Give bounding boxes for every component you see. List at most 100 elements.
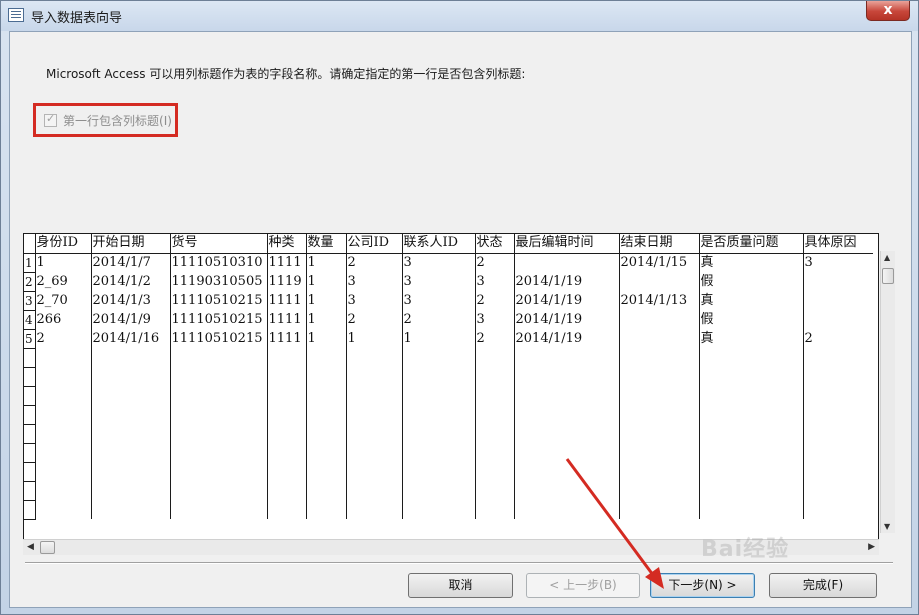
table-cell: 2 [345, 310, 402, 329]
table-cell: 11110510215 [169, 329, 267, 348]
table-cell [513, 424, 619, 443]
table-cell: 1 [34, 253, 91, 272]
table-row: 1 1 2014/1/7 11110510310 1111 1 2 3 2 2014/1/15 真 3 [24, 253, 873, 273]
table-cell [305, 405, 346, 424]
table-cell [513, 500, 619, 519]
table-row: 5 2 2014/1/16 11110510215 1111 1 1 1 2 2014/1/19 真… [24, 329, 873, 349]
table-cell [305, 348, 346, 367]
table-cell: 2014/1/19 [513, 310, 619, 329]
wizard-body: Microsoft Access 可以用列标题作为表的字段名称。请确定指定的第一… [9, 31, 912, 608]
scroll-thumb[interactable] [40, 541, 55, 554]
preview-table: 身份ID 开始日期 货号 种类 数量 公司ID 联系人ID 状态 最后编辑时间 … [24, 234, 873, 520]
table-cell [345, 443, 402, 462]
column-header[interactable]: 最后编辑时间 [513, 234, 619, 254]
scroll-left-icon[interactable]: ◀ [27, 542, 34, 552]
table-cell: 2014/1/3 [90, 291, 170, 310]
table-cell [474, 462, 514, 481]
column-header[interactable]: 是否质量问题 [698, 234, 803, 254]
back-button[interactable]: < 上一步(B) [526, 573, 640, 598]
table-cell: 1 [305, 329, 346, 348]
table-cell [401, 348, 475, 367]
table-cell [266, 367, 306, 386]
empty-row [24, 481, 873, 501]
empty-row [24, 405, 873, 425]
table-cell: 2_69 [34, 272, 91, 291]
table-cell [513, 443, 619, 462]
column-header[interactable]: 公司ID [345, 234, 402, 254]
table-cell [698, 386, 803, 405]
table-cell [266, 462, 306, 481]
column-header[interactable]: 身份ID [34, 234, 91, 254]
table-cell [618, 348, 699, 367]
table-cell [305, 386, 346, 405]
row-number: 1 [24, 253, 36, 273]
table-cell [618, 462, 699, 481]
table-cell [618, 310, 699, 329]
table-cell [345, 405, 402, 424]
table-cell [698, 500, 803, 519]
column-header[interactable]: 结束日期 [618, 234, 699, 254]
table-cell [618, 367, 699, 386]
table-cell: 3 [474, 310, 514, 329]
column-header[interactable]: 开始日期 [90, 234, 170, 254]
table-cell [802, 481, 873, 500]
table-cell [401, 443, 475, 462]
column-header[interactable]: 联系人ID [401, 234, 475, 254]
first-row-headers-checkbox[interactable]: 第一行包含列标题(I) [44, 112, 172, 129]
table-cell: 1 [345, 329, 402, 348]
empty-row [24, 424, 873, 444]
finish-button[interactable]: 完成(F) [769, 573, 877, 598]
table-cell: 2014/1/15 [618, 253, 699, 272]
table-cell: 真 [698, 329, 803, 348]
title-bar[interactable]: 导入数据表向导 x [1, 1, 918, 31]
table-cell: 2 [802, 329, 873, 348]
column-header[interactable]: 种类 [266, 234, 306, 254]
close-button[interactable]: x [866, 1, 910, 21]
row-number [24, 348, 36, 368]
next-button[interactable]: 下一步(N) > [650, 573, 755, 598]
row-number [24, 500, 36, 520]
table-cell [513, 367, 619, 386]
table-cell [34, 481, 91, 500]
checkbox-checked-icon[interactable] [44, 112, 57, 127]
table-cell [513, 405, 619, 424]
table-cell [266, 481, 306, 500]
table-cell: 真 [698, 291, 803, 310]
scroll-up-icon[interactable]: ▲ [884, 253, 890, 262]
table-cell [266, 405, 306, 424]
table-cell [802, 386, 873, 405]
table-cell: 1111 [266, 291, 306, 310]
column-header[interactable]: 数量 [305, 234, 346, 254]
table-cell: 2014/1/2 [90, 272, 170, 291]
column-header[interactable]: 状态 [474, 234, 514, 254]
table-cell [34, 348, 91, 367]
table-cell: 3 [802, 253, 873, 272]
table-cell [345, 481, 402, 500]
table-cell [618, 500, 699, 519]
table-cell [90, 500, 170, 519]
table-cell: 266 [34, 310, 91, 329]
data-preview-grid[interactable]: 身份ID 开始日期 货号 种类 数量 公司ID 联系人ID 状态 最后编辑时间 … [23, 233, 879, 541]
table-cell [513, 386, 619, 405]
table-cell [169, 348, 267, 367]
vertical-scrollbar[interactable]: ▲ ▼ [880, 251, 895, 533]
cancel-button[interactable]: 取消 [408, 573, 513, 598]
scroll-thumb[interactable] [882, 268, 894, 284]
scroll-right-icon[interactable]: ▶ [868, 542, 875, 552]
table-cell [618, 272, 699, 291]
instruction-text: Microsoft Access 可以用列标题作为表的字段名称。请确定指定的第一… [46, 67, 526, 81]
table-cell [474, 367, 514, 386]
table-cell: 11110510215 [169, 310, 267, 329]
column-header[interactable]: 具体原因 [802, 234, 873, 254]
table-cell: 3 [401, 272, 475, 291]
table-cell: 1119 [266, 272, 306, 291]
column-header[interactable]: 货号 [169, 234, 267, 254]
table-cell [474, 405, 514, 424]
table-cell [474, 500, 514, 519]
table-cell [698, 481, 803, 500]
scroll-down-icon[interactable]: ▼ [884, 522, 890, 531]
table-cell [618, 424, 699, 443]
table-cell: 1 [401, 329, 475, 348]
table-cell [802, 443, 873, 462]
table-cell [401, 500, 475, 519]
